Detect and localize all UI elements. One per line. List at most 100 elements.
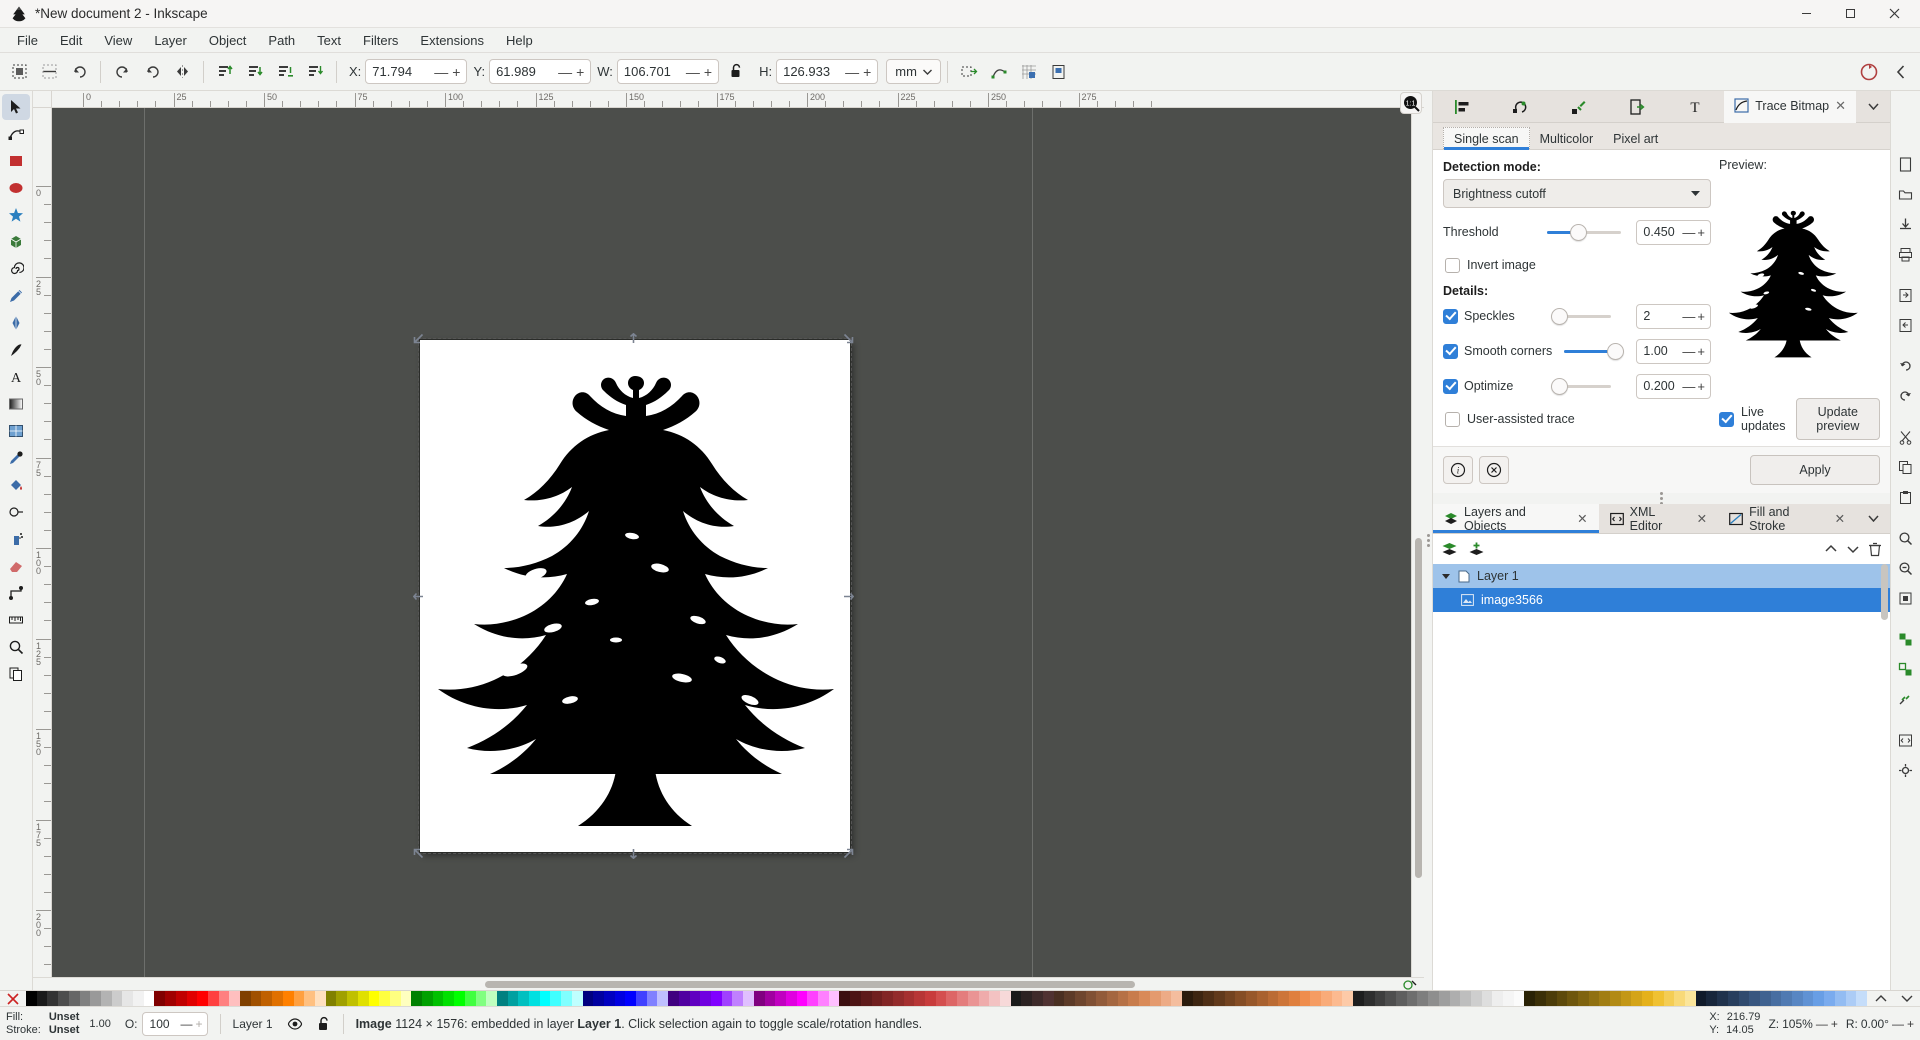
detection-mode-combo[interactable]: Brightness cutoff	[1443, 179, 1711, 208]
rotate-90-ccw-icon[interactable]	[64, 57, 94, 87]
speckles-slider[interactable]	[1550, 307, 1611, 325]
palette-swatch[interactable]	[1834, 991, 1846, 1007]
dock-tab-overflow-chevron-icon[interactable]	[1856, 103, 1890, 110]
y-spinner[interactable]: — +	[556, 65, 590, 79]
palette-swatch[interactable]	[614, 991, 626, 1007]
palette-swatch[interactable]	[347, 991, 358, 1007]
palette-swatch[interactable]	[1299, 991, 1311, 1007]
w-minus[interactable]: —	[684, 65, 702, 79]
palette-scroll-down-icon[interactable]	[1894, 991, 1920, 1006]
rail-xml-editor-icon[interactable]	[1892, 727, 1920, 753]
palette-swatch[interactable]	[550, 991, 562, 1007]
selection-handle-n[interactable]	[628, 333, 638, 343]
palette-swatch[interactable]	[1727, 991, 1739, 1007]
palette-swatch[interactable]	[314, 991, 326, 1007]
palette-swatch[interactable]	[261, 991, 273, 1007]
palette-swatch[interactable]	[625, 991, 637, 1007]
menu-view[interactable]: View	[93, 30, 143, 51]
palette-swatch[interactable]	[946, 991, 958, 1007]
smooth-corners-plus[interactable]: +	[1696, 344, 1706, 359]
palette-swatch[interactable]	[1652, 991, 1664, 1007]
rotation-value[interactable]: 0.00°	[1861, 1017, 1889, 1031]
palette-swatch[interactable]	[1267, 991, 1279, 1007]
rail-zoom-selection-icon[interactable]	[1892, 525, 1920, 551]
palette-swatch[interactable]	[1192, 991, 1204, 1007]
palette-swatch[interactable]	[1481, 991, 1493, 1007]
palette-swatch[interactable]	[668, 991, 679, 1007]
palette-swatch[interactable]	[1342, 991, 1354, 1007]
select-all-icon[interactable]	[4, 57, 34, 87]
vertical-ruler[interactable]: 0255075100125150175200225250	[33, 108, 52, 977]
palette-swatch[interactable]	[1181, 991, 1193, 1007]
canvas-vertical-scrollbar[interactable]	[1411, 108, 1424, 977]
threshold-slider[interactable]	[1546, 223, 1621, 241]
x-minus[interactable]: —	[432, 65, 450, 79]
move-layer-up-icon[interactable]	[1824, 543, 1838, 555]
palette-swatch[interactable]	[1331, 991, 1343, 1007]
palette-swatch[interactable]	[935, 991, 947, 1007]
palette-swatch[interactable]	[133, 991, 144, 1007]
connector-tool[interactable]	[2, 580, 30, 606]
palette-swatch[interactable]	[1074, 991, 1086, 1007]
palette-swatch[interactable]	[1128, 991, 1140, 1007]
mesh-gradient-tool[interactable]	[2, 418, 30, 444]
palette-swatch[interactable]	[1214, 991, 1225, 1007]
palette-swatch[interactable]	[207, 991, 219, 1007]
new-layer-icon[interactable]	[1441, 542, 1458, 557]
drawing-canvas[interactable]	[52, 108, 1411, 977]
palette-swatch[interactable]	[1620, 991, 1632, 1007]
horizontal-ruler[interactable]: 0 25 50 75 100 125 150 175 200 225 250 275	[52, 91, 1424, 108]
palette-swatch[interactable]	[700, 991, 711, 1007]
palette-swatch[interactable]	[957, 991, 968, 1007]
threshold-minus[interactable]: —	[1681, 225, 1696, 240]
rail-save-icon[interactable]	[1892, 211, 1920, 237]
palette-swatch[interactable]	[1845, 991, 1857, 1007]
dock-tab-align-and-distribute[interactable]	[1433, 91, 1491, 123]
palette-swatch[interactable]	[1428, 991, 1439, 1007]
update-preview-button[interactable]: Update preview	[1795, 398, 1880, 440]
palette-swatch[interactable]	[818, 991, 829, 1007]
palette-swatch[interactable]	[1160, 991, 1172, 1007]
palette-swatch[interactable]	[1117, 991, 1129, 1007]
dock-tab-text-and-font[interactable]: T	[1666, 91, 1724, 123]
palette-swatch[interactable]	[1781, 991, 1793, 1007]
palette-swatch[interactable]	[1021, 991, 1033, 1007]
rotate-left-icon[interactable]	[107, 57, 137, 87]
zoom-control[interactable]: Z: 105% — +	[1768, 1017, 1837, 1031]
palette-swatch[interactable]	[400, 991, 412, 1007]
palette-swatch[interactable]	[1577, 991, 1589, 1007]
palette-swatch[interactable]	[1321, 991, 1332, 1007]
palette-swatch[interactable]	[304, 991, 315, 1007]
palette-swatch[interactable]	[368, 991, 380, 1007]
palette-swatch[interactable]	[721, 991, 733, 1007]
palette-swatch[interactable]	[1524, 991, 1536, 1007]
user-assisted-trace-checkbox[interactable]	[1445, 411, 1460, 427]
dock-tab-transform[interactable]	[1491, 91, 1549, 123]
threshold-spinbox[interactable]: 0.450 — +	[1636, 219, 1711, 245]
invert-image-row[interactable]: Invert image	[1443, 254, 1711, 276]
node-tool[interactable]	[2, 121, 30, 147]
object-row-image3566[interactable]: image3566	[1433, 588, 1890, 612]
palette-swatch[interactable]	[111, 991, 123, 1007]
rail-import-icon[interactable]	[1892, 282, 1920, 308]
rectangle-tool[interactable]	[2, 148, 30, 174]
layer-visibility-eye-icon[interactable]	[287, 1017, 303, 1031]
star-tool[interactable]	[2, 202, 30, 228]
palette-swatch[interactable]	[1085, 991, 1097, 1007]
palette-swatch[interactable]	[250, 991, 262, 1007]
h-minus[interactable]: —	[843, 65, 861, 79]
deselect-icon[interactable]	[34, 57, 64, 87]
selection-handle-nw[interactable]	[413, 333, 424, 344]
eraser-tool[interactable]	[2, 553, 30, 579]
raise-icon[interactable]	[240, 57, 270, 87]
rail-copy-icon[interactable]	[1892, 454, 1920, 480]
tab-fill-and-stroke[interactable]: Fill and Stroke ✕	[1718, 504, 1856, 533]
trace-reset-button[interactable]	[1479, 456, 1509, 484]
palette-swatch[interactable]	[154, 991, 166, 1007]
palette-swatch[interactable]	[165, 991, 176, 1007]
palette-swatch[interactable]	[432, 991, 444, 1007]
threshold-stepper[interactable]: — +	[1681, 225, 1710, 240]
palette-swatch[interactable]	[1631, 991, 1643, 1007]
spray-tool[interactable]	[2, 526, 30, 552]
palette-swatch[interactable]	[26, 991, 37, 1007]
